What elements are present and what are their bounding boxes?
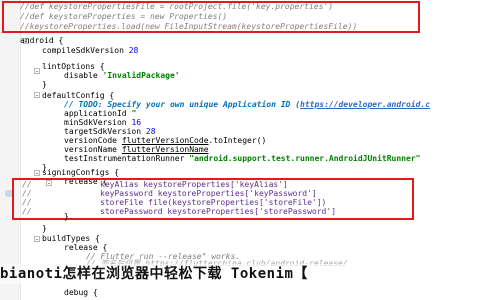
gradle-value: 16 — [131, 118, 142, 127]
gradle-value: " — [131, 109, 137, 118]
code-line: disable 'InvalidPackage' — [64, 71, 180, 81]
gradle-property: applicationId — [64, 109, 127, 118]
title-overlay: bianoti怎样在浏览器中轻松下载 Tokenim【 — [0, 262, 500, 286]
gradle-property: disable — [64, 71, 98, 80]
gradle-value: 'InvalidPackage' — [102, 71, 180, 80]
code-line: debug { — [64, 288, 98, 297]
highlight-box — [2, 1, 420, 33]
code-line: } — [64, 212, 69, 221]
gradle-property: targetSdkVersion — [64, 127, 142, 136]
gradle-value: flutterVersionCode — [121, 136, 209, 145]
fold-toggle-icon[interactable] — [34, 92, 40, 98]
todo-link[interactable]: https://developer.android.c — [300, 100, 430, 109]
todo-comment: // TODO: Specify your own unique Applica… — [64, 100, 301, 109]
gradle-value-suffix: .toInteger() — [208, 136, 267, 145]
gradle-value: 28 — [128, 46, 139, 55]
code-line: compileSdkVersion 28 — [42, 46, 138, 56]
highlight-box — [12, 178, 414, 220]
code-line: } — [42, 224, 47, 233]
overlay-title: bianoti怎样在浏览器中轻松下载 Tokenim【 — [0, 266, 308, 282]
gradle-property: versionName — [64, 145, 117, 154]
gradle-property: compileSdkVersion — [42, 46, 124, 55]
fold-toggle-icon[interactable] — [34, 236, 40, 242]
code-line: testInstrumentationRunner "android.suppo… — [64, 154, 420, 164]
fold-toggle-icon[interactable] — [34, 68, 40, 74]
gradle-value: flutterVersionName — [121, 145, 209, 154]
fold-toggle-icon[interactable] — [34, 170, 40, 176]
gradle-property: testInstrumentationRunner — [64, 154, 185, 163]
gradle-property: versionCode — [64, 136, 117, 145]
gradle-value: 28 — [145, 127, 156, 136]
gradle-property: minSdkVersion — [64, 118, 127, 127]
gradle-value: "android.support.test.runner.AndroidJUni… — [189, 154, 421, 163]
code-line: android { — [20, 36, 64, 45]
code-editor[interactable]: //def keystorePropertiesFile = rootProje… — [0, 0, 500, 300]
code-line: } — [42, 80, 47, 89]
line-gutter[interactable] — [0, 0, 21, 300]
